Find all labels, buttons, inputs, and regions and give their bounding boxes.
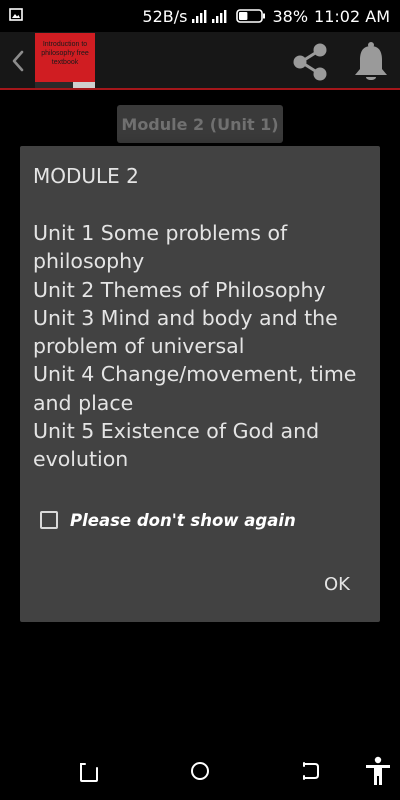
recent-apps-icon	[303, 762, 319, 780]
nav-recent-button[interactable]	[298, 758, 324, 784]
screen: 52B/s 38% 11:02 AM Introduction to philo…	[0, 0, 400, 800]
back-button[interactable]	[6, 46, 30, 76]
unit-item: Unit 2 Themes of Philosophy	[33, 277, 326, 302]
accessibility-icon	[366, 756, 390, 785]
back-chevron-icon	[12, 50, 24, 72]
unit-item: Unit 1 Some problems of philosophy	[33, 221, 288, 274]
app-toolbar: Introduction to philosophy free textbook	[0, 32, 400, 90]
clock: 11:02 AM	[314, 6, 390, 26]
unit-item: Unit 4 Change/movement, time and place	[33, 362, 357, 415]
share-icon	[293, 43, 327, 81]
signal-icon	[192, 9, 230, 23]
module-dialog: MODULE 2 Unit 1 Some problems of philoso…	[20, 146, 380, 622]
share-button[interactable]	[289, 41, 331, 83]
unit-item: Unit 5 Existence of God and evolution	[33, 419, 320, 472]
nav-home-button[interactable]	[187, 758, 213, 784]
module-chip[interactable]: Module 2 (Unit 1)	[117, 105, 283, 143]
dialog-unit-list: Unit 1 Some problems of philosophy Unit …	[33, 219, 373, 474]
book-cover-thumbnail[interactable]: Introduction to philosophy free textbook	[35, 33, 95, 88]
status-indicators: 52B/s 38% 11:02 AM	[142, 0, 390, 32]
back-icon	[80, 763, 98, 782]
battery-icon	[236, 9, 266, 23]
home-icon	[191, 762, 209, 780]
accessibility-button[interactable]	[364, 756, 392, 786]
dialog-title: MODULE 2	[33, 164, 139, 188]
nav-back-button[interactable]	[76, 758, 102, 784]
unit-item: Unit 3 Mind and body and the problem of …	[33, 305, 338, 359]
dont-show-again-label: Please don't show again	[70, 510, 296, 530]
checkbox-box[interactable]	[40, 511, 58, 529]
notifications-button[interactable]	[350, 40, 392, 84]
navigation-bar	[0, 740, 400, 800]
dont-show-again-checkbox[interactable]: Please don't show again	[40, 508, 296, 532]
ok-button[interactable]: OK	[324, 574, 350, 595]
bell-icon	[355, 42, 387, 80]
gallery-icon	[9, 8, 23, 21]
network-speed: 52B/s	[142, 6, 188, 26]
battery-percent: 38%	[272, 6, 309, 26]
book-cover-title: Introduction to philosophy free textbook	[41, 41, 89, 66]
status-bar: 52B/s 38% 11:02 AM	[0, 0, 400, 32]
